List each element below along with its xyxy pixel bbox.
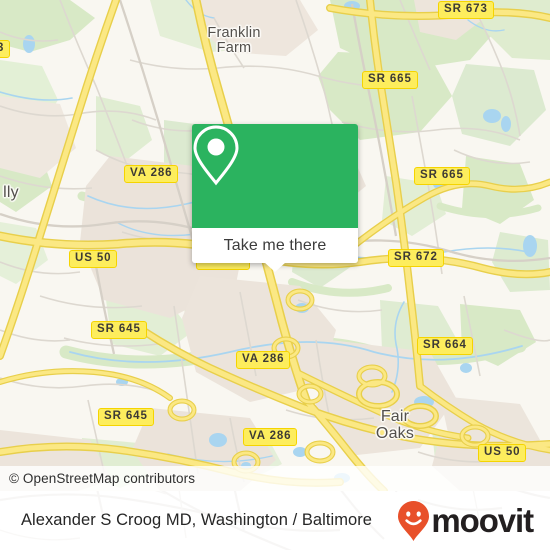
popup-footer[interactable]: Take me there (192, 228, 358, 272)
shield-sr-3-clipped: 3 (0, 40, 11, 58)
location-popup-card[interactable]: Take me there (192, 124, 358, 272)
attribution-text[interactable]: © OpenStreetMap contributors (9, 471, 195, 486)
shield-va-286-mid: VA 286 (236, 351, 291, 369)
shield-va-286-north: VA 286 (124, 165, 179, 183)
map-pin-icon (193, 125, 239, 186)
shield-sr-665-north: SR 665 (362, 71, 418, 89)
map-canvas[interactable]: Franklin Farm lly Fair Oaks SR 673 SR 66… (0, 0, 550, 491)
moovit-brand-logo[interactable]: moovit (397, 500, 534, 542)
shield-sr-665-east: SR 665 (414, 167, 470, 185)
footer-bar: Alexander S Croog MD, Washington / Balti… (0, 491, 550, 550)
moovit-map-screenshot: Franklin Farm lly Fair Oaks SR 673 SR 66… (0, 0, 550, 550)
take-me-there-label: Take me there (223, 236, 327, 254)
shield-sr-673: SR 673 (438, 1, 494, 19)
page-title: Alexander S Croog MD, Washington / Balti… (21, 511, 372, 529)
shield-va-286-south: VA 286 (243, 428, 298, 446)
map-attribution-bar: © OpenStreetMap contributors (0, 466, 550, 491)
shield-sr-664: SR 664 (417, 337, 473, 355)
shield-sr-645-lower: SR 645 (98, 408, 154, 426)
moovit-smiley-pin-icon (398, 500, 430, 541)
shield-us-50-east: US 50 (478, 444, 527, 462)
popup-media-area (192, 124, 358, 228)
moovit-wordmark: moovit (431, 502, 534, 539)
shield-sr-645-upper: SR 645 (91, 321, 147, 339)
popup-tail (264, 262, 286, 272)
shield-sr-672: SR 672 (388, 249, 444, 267)
shield-us-50-west: US 50 (69, 250, 118, 268)
